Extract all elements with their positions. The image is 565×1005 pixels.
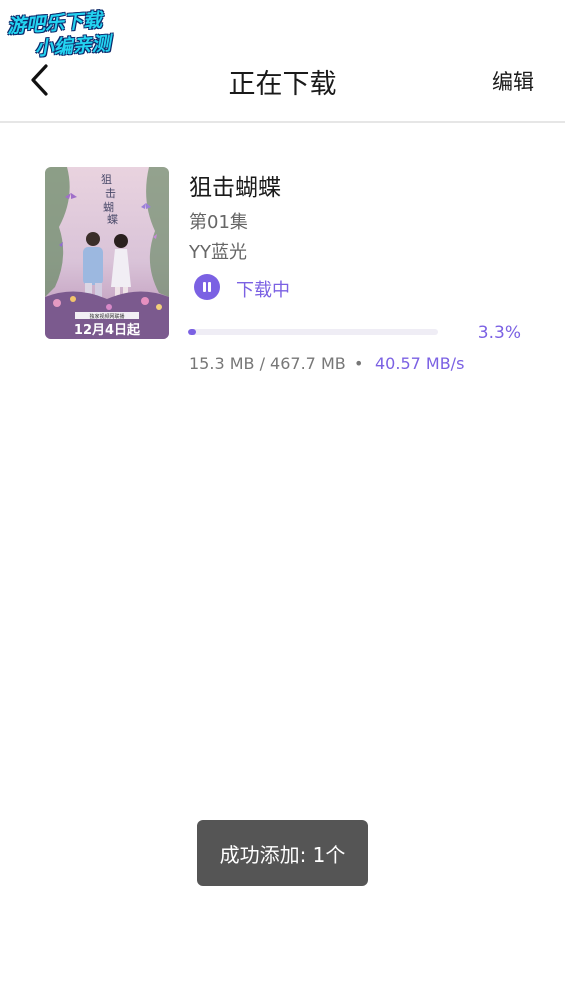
progress-percent: 3.3% xyxy=(477,323,521,343)
pause-icon-bar xyxy=(208,282,211,292)
poster-title-char-2: 击 xyxy=(105,187,116,200)
header-divider xyxy=(0,121,565,123)
download-list-item[interactable]: 狙 击 蝴 蝶 独家视频网联播 12月4日起 狙击蝴蝶 第01集 YY蓝光 下载… xyxy=(0,160,565,390)
poster-banner-text: 独家视频网联播 xyxy=(89,313,124,320)
pause-icon xyxy=(203,282,206,292)
download-page: 游吧乐下载 小编亲测 正在下载 编辑 狙 击 蝴 蝶 独家视频网联播 12月4日… xyxy=(0,0,565,1005)
download-progress-fill xyxy=(188,329,197,335)
top-bar: 正在下载 编辑 xyxy=(0,40,565,120)
poster-thumbnail[interactable]: 狙 击 蝴 蝶 独家视频网联播 12月4日起 xyxy=(45,167,169,339)
poster-image: 狙 击 蝴 蝶 独家视频网联播 12月4日起 xyxy=(45,167,169,339)
page-title: 正在下载 xyxy=(228,69,337,100)
download-progress-bar xyxy=(188,329,438,335)
download-status: 下载中 xyxy=(236,280,290,301)
download-speed: 40.57 MB/s xyxy=(375,354,465,373)
toast-message: 成功添加: 1个 xyxy=(219,842,346,867)
separator-dot: • xyxy=(354,354,364,373)
poster-date-label: 12月4日起 xyxy=(74,322,141,338)
toast-notification: 成功添加: 1个 xyxy=(197,820,368,886)
pause-button[interactable] xyxy=(194,274,220,300)
episode-label: 第01集 xyxy=(189,212,248,233)
quality-label: YY蓝光 xyxy=(189,242,247,263)
download-title: 狙击蝴蝶 xyxy=(189,175,281,201)
download-size: 15.3 MB / 467.7 MB xyxy=(189,354,346,373)
edit-button[interactable]: 编辑 xyxy=(492,66,534,96)
poster-title-char-4: 蝶 xyxy=(107,212,118,226)
poster-title-char-1: 狙 xyxy=(101,173,112,186)
